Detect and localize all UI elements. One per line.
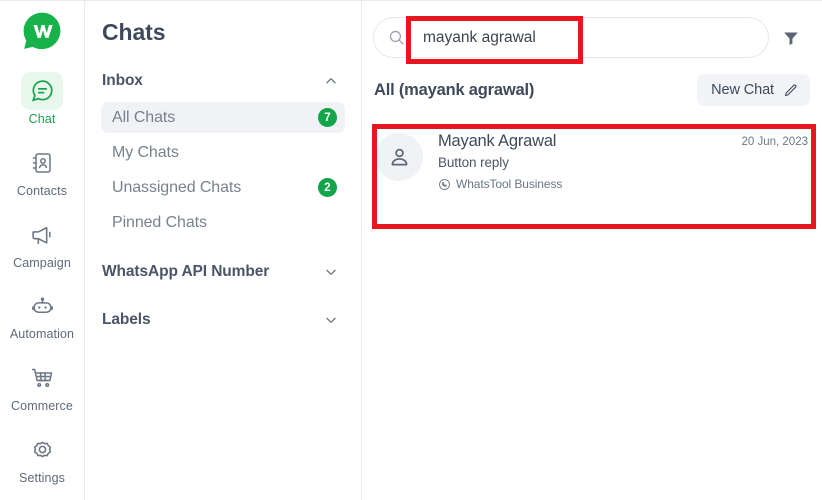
sidebar-item-all-chats[interactable]: All Chats 7 bbox=[101, 102, 345, 133]
pencil-icon bbox=[784, 83, 797, 96]
chat-item-channel-tag: WhatsTool Business bbox=[438, 177, 808, 191]
gear-icon bbox=[33, 441, 51, 458]
whatstool-logo bbox=[23, 12, 61, 50]
chat-item-timestamp: 20 Jun, 2023 bbox=[741, 136, 808, 148]
contacts-book-icon bbox=[32, 153, 51, 173]
section-whatsapp-api-number-header[interactable]: WhatsApp API Number bbox=[101, 263, 345, 281]
sidebar-item-pinned-chats-label: Pinned Chats bbox=[112, 213, 207, 231]
nav-item-chat-label: Chat bbox=[28, 112, 56, 126]
nav-item-contacts-icon-box bbox=[21, 144, 63, 182]
sidebar-item-unassigned-chats[interactable]: Unassigned Chats 2 bbox=[101, 172, 345, 203]
new-chat-button-label: New Chat bbox=[711, 82, 774, 98]
nav-item-settings-label: Settings bbox=[19, 470, 65, 485]
megaphone-icon bbox=[31, 226, 51, 245]
search-input[interactable] bbox=[415, 28, 754, 47]
sidebar-item-unassigned-chats-label: Unassigned Chats bbox=[112, 178, 242, 196]
nav-item-commerce[interactable]: Commerce bbox=[7, 353, 77, 418]
section-inbox-header[interactable]: Inbox bbox=[101, 72, 345, 90]
chat-item-name: Mayank Agrawal bbox=[438, 132, 557, 150]
chat-item-preview: Button reply bbox=[438, 155, 509, 170]
nav-item-commerce-icon-box bbox=[21, 359, 63, 397]
sidebar-item-unassigned-chats-badge: 2 bbox=[318, 178, 337, 197]
search-bar-row bbox=[362, 1, 822, 58]
chat-list-header: All (mayank agrawal) New Chat bbox=[362, 58, 822, 106]
chevron-down-icon[interactable] bbox=[324, 265, 338, 279]
section-labels-header[interactable]: Labels bbox=[101, 311, 345, 329]
nav-item-commerce-label: Commerce bbox=[11, 399, 73, 413]
chat-item-body: Mayank Agrawal 20 Jun, 2023 Button reply… bbox=[438, 132, 808, 191]
person-icon bbox=[391, 148, 407, 165]
chat-item-channel-label: WhatsTool Business bbox=[456, 177, 563, 191]
section-whatsapp-api-number: WhatsApp API Number bbox=[101, 263, 345, 281]
nav-item-campaign[interactable]: Campaign bbox=[7, 210, 77, 275]
page-title: Chats bbox=[102, 19, 166, 45]
chevron-up-icon[interactable] bbox=[324, 74, 338, 88]
sidebar-item-all-chats-label: All Chats bbox=[112, 108, 176, 126]
search-icon bbox=[389, 30, 404, 45]
nav-item-chat-icon-box bbox=[21, 72, 63, 110]
nav-item-settings-icon-box bbox=[21, 431, 63, 469]
nav-item-automation-icon-box bbox=[21, 287, 63, 325]
chat-bubble-icon bbox=[32, 80, 53, 102]
chat-list: Mayank Agrawal 20 Jun, 2023 Button reply… bbox=[362, 119, 822, 204]
section-labels-label: Labels bbox=[102, 311, 151, 328]
section-whatsapp-api-number-label: WhatsApp API Number bbox=[102, 263, 270, 280]
filter-button[interactable] bbox=[772, 19, 810, 57]
chat-item-top-line: Mayank Agrawal 20 Jun, 2023 bbox=[438, 132, 808, 151]
new-chat-button[interactable]: New Chat bbox=[697, 74, 810, 106]
shopping-cart-icon bbox=[31, 368, 53, 388]
section-labels: Labels bbox=[101, 311, 345, 329]
chat-list-panel: All (mayank agrawal) New Chat bbox=[362, 1, 822, 500]
whatsapp-icon bbox=[439, 178, 450, 190]
section-inbox-items: All Chats 7 My Chats Unassigned Chats 2 … bbox=[101, 102, 345, 238]
section-inbox-label: Inbox bbox=[102, 72, 143, 89]
filter-funnel-icon bbox=[784, 31, 798, 45]
sidebar-item-my-chats[interactable]: My Chats bbox=[101, 137, 345, 168]
nav-item-chat[interactable]: Chat bbox=[7, 66, 77, 131]
chat-list-item[interactable]: Mayank Agrawal 20 Jun, 2023 Button reply… bbox=[362, 119, 822, 204]
avatar bbox=[375, 133, 423, 181]
section-inbox: Inbox All Chats 7 My Chats Unassigned Ch… bbox=[101, 72, 345, 238]
robot-icon bbox=[31, 297, 53, 313]
nav-item-contacts[interactable]: Contacts bbox=[7, 138, 77, 203]
nav-item-automation[interactable]: Automation bbox=[7, 281, 77, 346]
nav-item-contacts-label: Contacts bbox=[16, 183, 68, 198]
chats-nav-panel: Chats Inbox All Chats 7 My Chats Unassig… bbox=[85, 1, 362, 500]
app-root: Chat Contacts Campaign Automation Commer… bbox=[0, 0, 822, 500]
nav-item-automation-label: Automation bbox=[9, 327, 75, 342]
sidebar-item-my-chats-label: My Chats bbox=[112, 143, 179, 161]
chevron-down-icon[interactable] bbox=[324, 313, 338, 327]
chat-list-title: All (mayank agrawal) bbox=[374, 80, 535, 99]
sidebar-item-all-chats-badge: 7 bbox=[318, 108, 337, 127]
nav-item-campaign-label: Campaign bbox=[13, 255, 71, 270]
search-box[interactable] bbox=[373, 17, 769, 58]
nav-item-campaign-icon-box bbox=[21, 216, 63, 254]
nav-item-settings[interactable]: Settings bbox=[7, 425, 77, 490]
primary-nav-rail: Chat Contacts Campaign Automation Commer… bbox=[0, 1, 85, 500]
sidebar-item-pinned-chats[interactable]: Pinned Chats bbox=[101, 207, 345, 238]
